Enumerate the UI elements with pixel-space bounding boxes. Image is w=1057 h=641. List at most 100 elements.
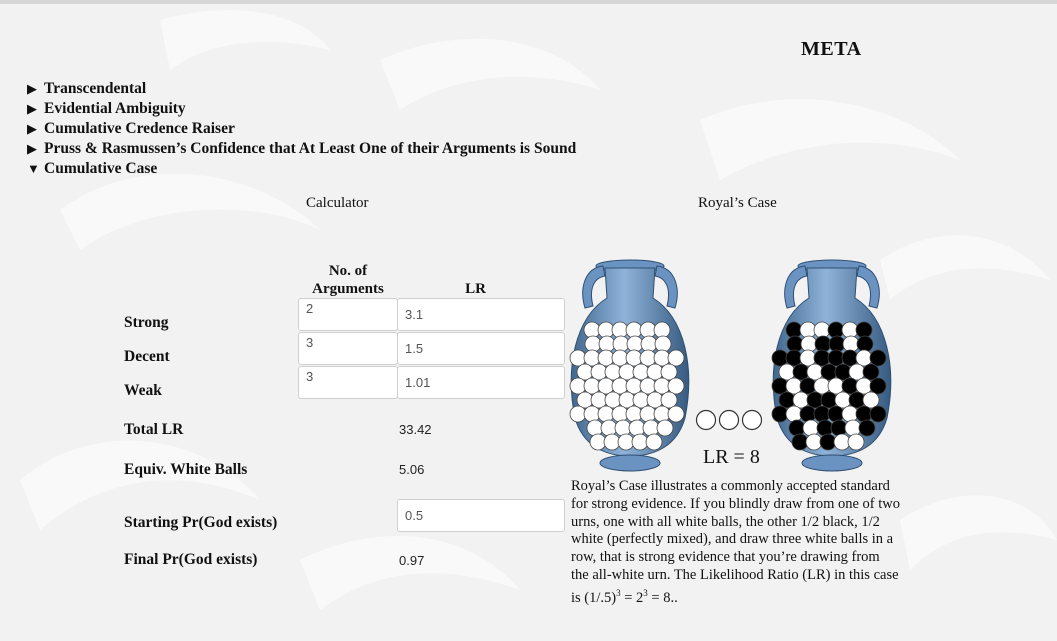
- white-ball: [600, 419, 618, 437]
- white-ball: [842, 335, 860, 353]
- white-ball: [799, 321, 817, 339]
- white-ball: [645, 433, 663, 451]
- white-ball: [653, 377, 671, 395]
- black-ball: [813, 349, 831, 367]
- black-ball: [819, 433, 837, 451]
- white-ball: [827, 377, 845, 395]
- white-ball: [855, 349, 873, 367]
- calculator-heading: Calculator: [306, 195, 369, 211]
- white-ball: [583, 377, 601, 395]
- white-ball: [667, 349, 685, 367]
- white-ball: [646, 391, 664, 409]
- white-ball: [611, 405, 629, 423]
- white-ball: [589, 433, 607, 451]
- white-ball: [800, 335, 818, 353]
- starting-probability-input[interactable]: [397, 499, 565, 532]
- black-ball: [816, 419, 834, 437]
- white-ball: [640, 335, 658, 353]
- row-label-weak: Weak: [124, 382, 162, 399]
- white-ball: [625, 321, 643, 339]
- black-ball: [869, 349, 887, 367]
- white-ball: [569, 405, 587, 423]
- decent-lr-input[interactable]: [397, 332, 565, 365]
- menu-item-cumulative-case[interactable]: ▼ Cumulative Case: [27, 159, 576, 179]
- white-ball: [841, 405, 859, 423]
- menu-item-pruss-rasmussen[interactable]: ▶ Pruss & Rasmussen’s Confidence that At …: [27, 139, 576, 159]
- royals-case-description: Royal’s Case illustrates a commonly acce…: [571, 478, 901, 607]
- black-ball: [828, 335, 846, 353]
- drawn-white-ball: [695, 409, 717, 431]
- urn-illustration: [569, 259, 892, 472]
- white-ball: [618, 363, 636, 381]
- equiv-white-balls-value: 5.06: [399, 462, 425, 477]
- white-ball: [626, 335, 644, 353]
- white-ball: [604, 363, 622, 381]
- white-ball: [590, 363, 608, 381]
- white-ball: [590, 391, 608, 409]
- white-ball: [778, 363, 796, 381]
- black-ball: [862, 363, 880, 381]
- drawn-white-ball: [718, 409, 740, 431]
- menu-item-transcendental[interactable]: ▶ Transcendental: [27, 79, 576, 99]
- strong-lr-input[interactable]: [397, 298, 565, 331]
- drawn-white-ball: [741, 409, 763, 431]
- black-ball: [827, 349, 845, 367]
- black-ball: [799, 377, 817, 395]
- black-ball: [848, 391, 866, 409]
- black-ball: [786, 335, 804, 353]
- white-ball: [813, 377, 831, 395]
- collapsed-arrow-icon: ▶: [27, 121, 37, 136]
- weak-lr-input[interactable]: [397, 366, 565, 399]
- black-ball: [855, 405, 873, 423]
- white-ball: [813, 321, 831, 339]
- mixed-ball-urn: [771, 259, 892, 472]
- column-header-arguments-line2: Arguments: [312, 281, 384, 297]
- white-ball: [639, 349, 657, 367]
- column-header-arguments: No. of Arguments: [300, 262, 396, 298]
- total-lr-label: Total LR: [124, 421, 184, 438]
- black-ball: [771, 405, 789, 423]
- white-ball: [597, 405, 615, 423]
- menu-item-label: Cumulative Case: [44, 160, 158, 177]
- menu-item-label: Cumulative Credence Raiser: [44, 120, 235, 137]
- description-text-end: = 8..: [647, 589, 678, 606]
- white-ball: [785, 377, 803, 395]
- black-ball: [834, 363, 852, 381]
- white-ball: [583, 349, 601, 367]
- strong-arguments-input[interactable]: [298, 298, 398, 331]
- starting-probability-label: Starting Pr(God exists): [124, 514, 278, 531]
- weak-arguments-input[interactable]: [298, 366, 398, 399]
- black-ball: [841, 349, 859, 367]
- white-ball-urn: [569, 259, 690, 472]
- black-ball: [771, 349, 789, 367]
- menu-item-evidential-ambiguity[interactable]: ▶ Evidential Ambiguity: [27, 99, 576, 119]
- white-ball: [660, 391, 678, 409]
- white-ball: [597, 377, 615, 395]
- total-lr-value: 33.42: [399, 422, 432, 437]
- white-ball: [653, 321, 671, 339]
- white-ball: [667, 405, 685, 423]
- lr-equation-label: LR = 8: [703, 446, 760, 468]
- white-ball: [805, 433, 823, 451]
- menu-item-cumulative-credence-raiser[interactable]: ▶ Cumulative Credence Raiser: [27, 119, 576, 139]
- white-ball: [785, 405, 803, 423]
- white-ball: [660, 363, 678, 381]
- description-text: Royal’s Case illustrates a commonly acce…: [571, 478, 900, 606]
- white-ball: [612, 335, 630, 353]
- white-ball: [639, 321, 657, 339]
- row-label-decent: Decent: [124, 348, 170, 365]
- final-probability-value: 0.97: [399, 553, 425, 568]
- white-ball: [653, 405, 671, 423]
- white-ball: [792, 391, 810, 409]
- black-ball: [869, 405, 887, 423]
- white-ball: [569, 349, 587, 367]
- collapsed-arrow-icon: ▶: [27, 81, 37, 96]
- white-ball: [642, 419, 660, 437]
- white-ball: [586, 419, 604, 437]
- column-header-arguments-line1: No. of: [328, 263, 368, 279]
- white-ball: [598, 335, 616, 353]
- decent-arguments-input[interactable]: [298, 332, 398, 365]
- black-ball: [792, 363, 810, 381]
- white-ball: [632, 391, 650, 409]
- black-ball: [771, 377, 789, 395]
